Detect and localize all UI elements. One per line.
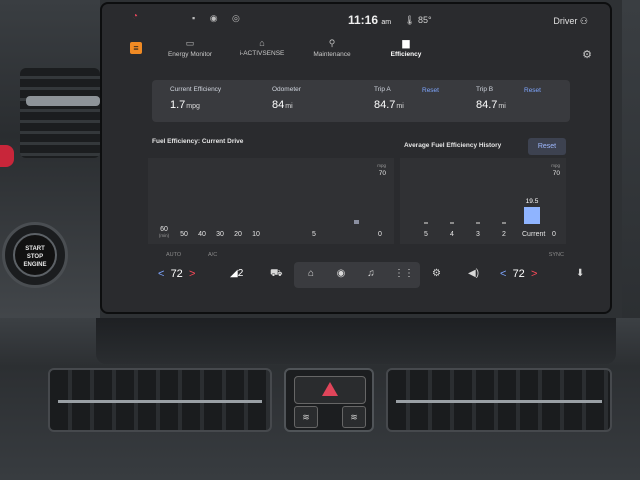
history-bar-empty	[424, 222, 428, 224]
alert-icon[interactable]: ◔	[132, 11, 138, 22]
screen-ledge	[96, 318, 616, 364]
current-drive-title: Fuel Efficiency: Current Drive	[152, 138, 244, 145]
climate-bar: < 72 > ◢2 ⛟ ⌂ ◉ ♫ ⋮⋮ ⚙ ◀) < 72 > ⬇	[102, 260, 610, 292]
current-drive-chart: mpg 70 60 (min) 50 40 30 20 10 5 0	[148, 158, 394, 244]
ac-label: A/C	[208, 252, 218, 258]
status-bar: ◔ ▪ ◉ ◎ 11:16 am 🌡︎ 85° Driver ⚇	[102, 4, 610, 32]
current-drive-tick-label: 10	[252, 231, 260, 238]
history-tick-label: 5	[424, 231, 428, 238]
history-tick-label: 4	[450, 231, 454, 238]
wrench-icon: ⚲	[328, 38, 336, 48]
sync-label: SYNC	[548, 252, 564, 258]
apps-grid-icon[interactable]: ⋮⋮	[394, 268, 414, 279]
history-bar-value-label: 19.5	[525, 198, 539, 206]
tab-maintenance[interactable]: ⚲ Maintenance	[304, 38, 360, 58]
center-vent-left[interactable]	[48, 368, 272, 432]
center-vent-right[interactable]	[386, 368, 612, 432]
gear-icon[interactable]: ⚙	[582, 48, 592, 61]
history-chart: mpg 70 5 4 3 2 Current 0 19.5	[400, 158, 566, 244]
trip-b-reset-button[interactable]: Reset	[524, 87, 541, 94]
trip-stats-card: Current Efficiency 1.7mpg Odometer 84mi …	[152, 80, 570, 122]
efficiency-icon: ▆	[402, 38, 410, 48]
left-air-vent	[20, 68, 100, 158]
outside-temperature: 🌡︎ 85°	[404, 15, 432, 25]
dashboard-right-panel	[622, 0, 640, 340]
hazard-button[interactable]	[294, 376, 366, 404]
odometer: Odometer 84mi	[272, 86, 301, 111]
current-efficiency: Current Efficiency 1.7mpg	[170, 86, 222, 111]
current-drive-bar	[354, 220, 359, 224]
trip-a: Trip A 84.7mi	[374, 86, 404, 111]
right-temp-control[interactable]: < 72 >	[500, 268, 537, 280]
left-temp-control[interactable]: < 72 >	[158, 268, 195, 280]
home-icon[interactable]: ⌂	[304, 268, 318, 279]
microphone-icon[interactable]: ⬇	[576, 268, 584, 279]
history-bar-empty	[502, 222, 506, 224]
history-tick-label: 3	[476, 231, 480, 238]
music-icon[interactable]: ♫	[364, 268, 378, 279]
infotainment-screen: ◔ ▪ ◉ ◎ 11:16 am 🌡︎ 85° Driver ⚇ ≡ ▭ Ene…	[100, 2, 612, 314]
settings-icon[interactable]: ⚙	[432, 268, 441, 279]
trip-a-reset-button[interactable]: Reset	[422, 87, 439, 94]
current-drive-max-label: mpg 70	[377, 163, 386, 177]
start-stop-label: START STOP ENGINE	[13, 233, 57, 277]
tab-i-activsense[interactable]: ⌂ i-ACTIVSENSE	[234, 38, 290, 57]
app-tab-bar: ≡ ▭ Energy Monitor ⌂ i-ACTIVSENSE ⚲ Main…	[102, 34, 610, 68]
current-drive-tick-label: 0	[378, 231, 382, 238]
red-indicator-light	[0, 145, 14, 167]
history-tick-label: 0	[552, 231, 556, 238]
app-logo-icon[interactable]: ≡	[130, 42, 142, 54]
current-drive-tick-label: 50	[180, 231, 188, 238]
current-drive-tick-label: 60 (min)	[158, 226, 170, 238]
front-defrost-button[interactable]: ≋	[342, 406, 366, 428]
trip-b: Trip B 84.7mi	[476, 86, 506, 111]
history-bar-empty	[476, 222, 480, 224]
current-drive-tick-label: 20	[234, 231, 242, 238]
current-drive-tick-label: 30	[216, 231, 224, 238]
left-temp-down-icon[interactable]: <	[158, 268, 164, 280]
vehicle-icon[interactable]: ⛟	[270, 268, 283, 281]
history-bar-empty	[450, 222, 454, 224]
status-icons: ▪ ◉ ◎	[192, 13, 246, 23]
right-temp-down-icon[interactable]: <	[500, 268, 506, 280]
right-temp-up-icon[interactable]: >	[531, 268, 537, 280]
left-vent-trim	[26, 96, 100, 106]
dashboard-left-panel	[0, 0, 100, 340]
history-title: Average Fuel Efficiency History	[404, 142, 502, 149]
app-dock: ⌂ ◉ ♫ ⋮⋮	[294, 262, 420, 288]
current-drive-tick-label: 5	[312, 231, 316, 238]
auto-label: AUTO	[166, 252, 182, 258]
history-tick-label: Current	[522, 231, 546, 238]
tab-energy-monitor[interactable]: ▭ Energy Monitor	[162, 38, 218, 58]
history-max-label: mpg 70	[551, 163, 560, 177]
hazard-control-panel: ≋ ≋	[284, 368, 374, 432]
clock: 11:16 am	[348, 13, 392, 27]
engine-start-stop-button[interactable]: START STOP ENGINE	[2, 222, 68, 288]
rear-defrost-button[interactable]: ≋	[294, 406, 318, 428]
driver-profile[interactable]: Driver ⚇	[553, 16, 588, 27]
energy-icon: ▭	[185, 38, 195, 48]
hazard-triangle-icon	[322, 382, 338, 396]
tab-efficiency[interactable]: ▆ Efficiency	[378, 38, 434, 58]
history-bar-current	[524, 207, 540, 224]
volume-icon[interactable]: ◀)	[468, 268, 479, 279]
current-drive-tick-label: 40	[198, 231, 206, 238]
seat-heat-control[interactable]: ◢2	[230, 268, 243, 279]
left-temp-up-icon[interactable]: >	[189, 268, 195, 280]
history-tick-label: 2	[502, 231, 506, 238]
navigation-icon[interactable]: ◉	[334, 268, 348, 279]
car-icon: ⌂	[259, 38, 265, 48]
history-reset-button[interactable]: Reset	[528, 138, 566, 155]
